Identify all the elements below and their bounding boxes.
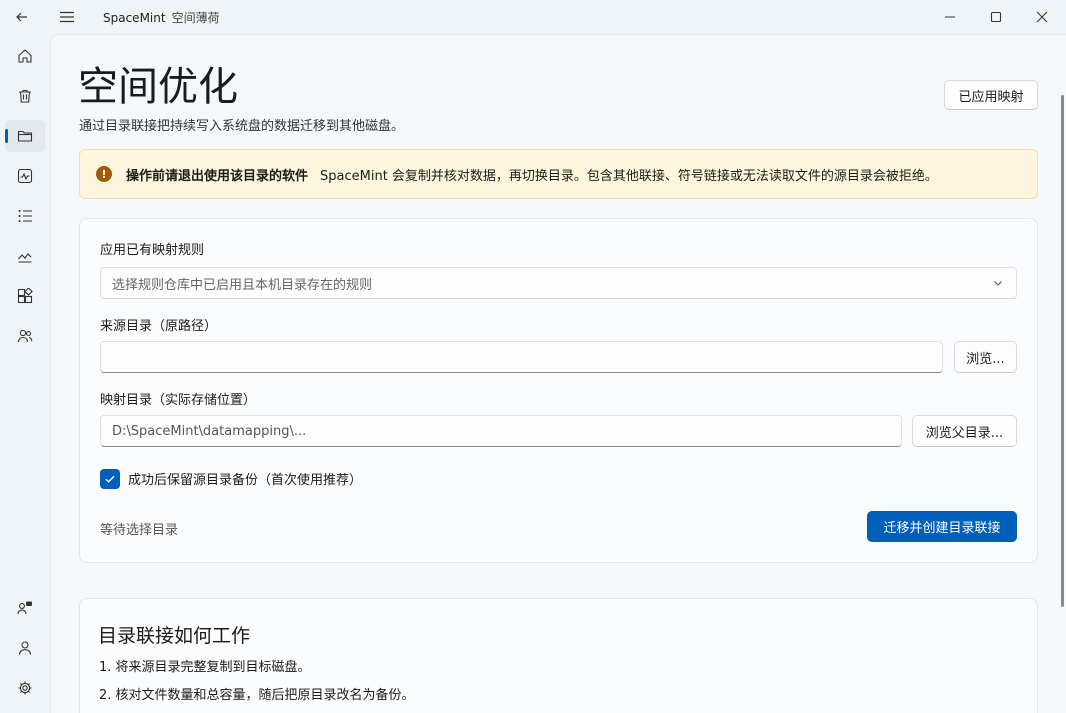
nav-admin[interactable] xyxy=(5,592,45,624)
nav-settings[interactable] xyxy=(5,672,45,704)
minimize-icon xyxy=(945,16,955,18)
scrollbar[interactable] xyxy=(1061,95,1064,607)
folder-icon xyxy=(17,130,33,142)
rule-label: 应用已有映射规则 xyxy=(100,243,205,258)
list-icon xyxy=(18,210,32,222)
howto-step: 1. 将来源目录完整复制到目标磁盘。 xyxy=(99,660,311,675)
main-content: 空间优化 通过目录联接把持续写入系统盘的数据迁移到其他磁盘。 已应用映射 ! 操… xyxy=(50,34,1066,713)
apps-icon xyxy=(17,288,33,304)
nav-cleanup[interactable] xyxy=(5,80,45,112)
back-arrow-icon xyxy=(16,12,27,22)
gear-icon xyxy=(18,681,32,695)
warning-message: SpaceMint 会复制并核对数据，再切换目录。包含其他联接、符号链接或无法读… xyxy=(320,168,938,184)
people-icon xyxy=(17,329,33,343)
nav-users[interactable] xyxy=(5,320,45,352)
source-label: 来源目录（原路径） xyxy=(100,319,218,334)
hamburger-icon xyxy=(60,11,74,23)
keep-backup-checkbox[interactable] xyxy=(100,469,120,489)
nav-account[interactable] xyxy=(5,632,45,664)
browse-button[interactable]: 浏览... xyxy=(954,341,1017,373)
status-text: 等待选择目录 xyxy=(100,523,179,538)
app-subtitle: 空间薄荷 xyxy=(171,11,220,25)
warning-icon: ! xyxy=(96,166,112,182)
checkmark-icon xyxy=(105,475,115,483)
page-description: 通过目录联接把持续写入系统盘的数据迁移到其他磁盘。 xyxy=(79,119,405,134)
area-chart-icon xyxy=(18,253,32,263)
person-icon xyxy=(18,641,32,655)
close-icon xyxy=(1036,11,1048,23)
warning-banner: ! 操作前请退出使用该目录的软件 SpaceMint 会复制并核对数据，再切换目… xyxy=(79,149,1038,199)
howto-title: 目录联接如何工作 xyxy=(98,625,251,647)
source-directory-input[interactable] xyxy=(100,341,943,373)
maximize-button[interactable] xyxy=(974,0,1018,34)
nav-monitor[interactable] xyxy=(5,160,45,192)
nav-home[interactable] xyxy=(5,40,45,72)
app-name: SpaceMint xyxy=(103,11,166,25)
warning-title: 操作前请退出使用该目录的软件 xyxy=(126,168,309,184)
page-title: 空间优化 xyxy=(78,64,238,110)
back-button[interactable] xyxy=(0,0,44,34)
nav-trends[interactable] xyxy=(5,240,45,272)
nav-space-optimize[interactable] xyxy=(5,120,45,152)
person-admin-icon xyxy=(17,601,32,615)
menu-button[interactable] xyxy=(45,0,89,34)
chevron-down-icon xyxy=(994,281,1002,286)
maximize-icon xyxy=(990,11,1002,23)
mapping-label: 映射目录（实际存储位置） xyxy=(100,393,257,408)
nav-apps[interactable] xyxy=(5,280,45,312)
minimize-button[interactable] xyxy=(928,0,972,34)
title-bar: SpaceMint 空间薄荷 xyxy=(0,0,1066,34)
howto-step: 2. 核对文件数量和总容量，随后把原目录改名为备份。 xyxy=(99,688,415,703)
home-icon xyxy=(18,49,32,63)
rule-select-placeholder: 选择规则仓库中已启用且本机目录存在的规则 xyxy=(112,277,373,293)
migrate-create-junction-button[interactable]: 迁移并创建目录联接 xyxy=(867,511,1017,542)
applied-mappings-button[interactable]: 已应用映射 xyxy=(944,80,1038,110)
keep-backup-label[interactable]: 成功后保留源目录备份（首次使用推荐） xyxy=(128,469,362,488)
migration-card: 应用已有映射规则 选择规则仓库中已启用且本机目录存在的规则 来源目录（原路径） … xyxy=(79,218,1038,563)
browse-parent-button[interactable]: 浏览父目录... xyxy=(912,415,1017,447)
howto-card: 目录联接如何工作 1. 将来源目录完整复制到目标磁盘。 2. 核对文件数量和总容… xyxy=(79,598,1038,713)
app-title: SpaceMint 空间薄荷 xyxy=(103,9,220,26)
mapping-directory-input[interactable]: D:\SpaceMint\datamapping\... xyxy=(100,415,902,447)
close-button[interactable] xyxy=(1020,0,1064,34)
rule-select[interactable]: 选择规则仓库中已启用且本机目录存在的规则 xyxy=(100,267,1017,299)
nav-list[interactable] xyxy=(5,200,45,232)
activity-icon xyxy=(17,168,33,184)
trash-icon xyxy=(19,89,31,103)
navigation-rail xyxy=(0,34,50,713)
